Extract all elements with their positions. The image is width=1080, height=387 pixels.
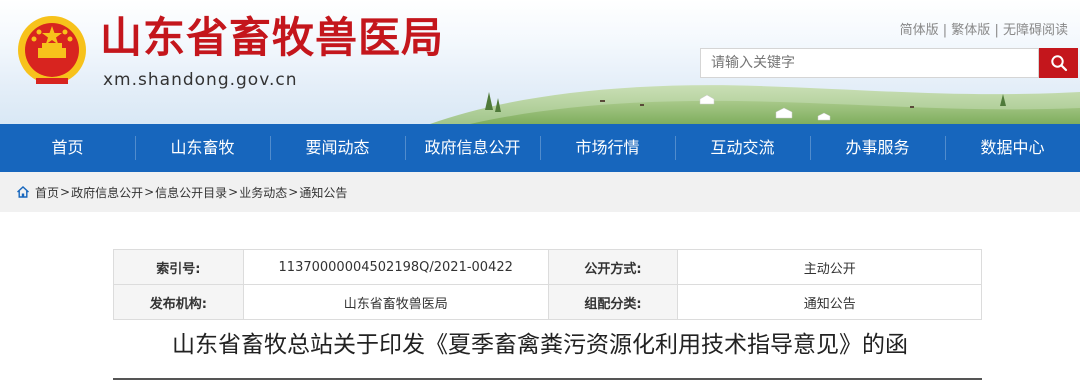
table-row: 索引号: 11370000004502198Q/2021-00422 公开方式:…	[113, 249, 982, 285]
version-links: 简体版 | 繁体版 | 无障碍阅读	[900, 19, 1068, 38]
search-button[interactable]	[1039, 48, 1078, 78]
nav-item-data-center[interactable]: 数据中心	[945, 124, 1080, 172]
home-icon	[17, 186, 29, 198]
site-domain: xm.shandong.gov.cn	[103, 70, 298, 90]
title-divider	[113, 378, 982, 380]
nav-item-news[interactable]: 要闻动态	[270, 124, 405, 172]
breadcrumb-item-home[interactable]: 首页	[35, 184, 59, 201]
nav-item-gov-info[interactable]: 政府信息公开	[405, 124, 540, 172]
breadcrumb-item-catalog[interactable]: 信息公开目录	[155, 184, 227, 201]
breadcrumb-separator: >	[228, 185, 239, 199]
search-input[interactable]	[700, 48, 1039, 78]
nav-item-services[interactable]: 办事服务	[810, 124, 945, 172]
breadcrumb-separator: >	[144, 185, 155, 199]
publisher-value: 山东省畜牧兽医局	[242, 284, 549, 320]
nav-item-interaction[interactable]: 互动交流	[675, 124, 810, 172]
national-emblem-icon	[18, 16, 86, 84]
breadcrumb: 首页 > 政府信息公开 > 信息公开目录 > 业务动态 > 通知公告	[16, 184, 347, 201]
document-title: 山东省畜牧总站关于印发《夏季畜禽粪污资源化利用技术指导意见》的函	[172, 332, 908, 358]
main-nav: 首页 山东畜牧 要闻动态 政府信息公开 市场行情 互动交流 办事服务 数据中心	[0, 124, 1080, 172]
nav-item-shandong-livestock[interactable]: 山东畜牧	[135, 124, 270, 172]
table-row: 发布机构: 山东省畜牧兽医局 组配分类: 通知公告	[113, 284, 982, 320]
open-method-value: 主动公开	[677, 249, 982, 285]
accessibility-link[interactable]: 无障碍阅读	[1003, 19, 1068, 38]
category-value: 通知公告	[677, 284, 982, 320]
simplified-link[interactable]: 简体版	[900, 19, 939, 38]
link-separator: |	[994, 23, 999, 38]
breadcrumb-bar: 首页 > 政府信息公开 > 信息公开目录 > 业务动态 > 通知公告	[0, 172, 1080, 212]
link-separator: |	[942, 23, 948, 38]
document-meta-table: 索引号: 11370000004502198Q/2021-00422 公开方式:…	[113, 249, 982, 320]
site-header: 山东省畜牧兽医局 xm.shandong.gov.cn 简体版 | 繁体版 | …	[0, 0, 1080, 124]
breadcrumb-separator: >	[288, 185, 299, 199]
traditional-link[interactable]: 繁体版	[951, 19, 990, 38]
nav-item-home[interactable]: 首页	[0, 124, 135, 172]
index-value: 11370000004502198Q/2021-00422	[242, 249, 549, 285]
index-label: 索引号:	[113, 249, 244, 285]
open-method-label: 公开方式:	[547, 249, 679, 285]
search-icon	[1050, 55, 1067, 72]
category-label: 组配分类:	[547, 284, 679, 320]
breadcrumb-item-gov-info[interactable]: 政府信息公开	[71, 184, 143, 201]
breadcrumb-item-notices[interactable]: 通知公告	[299, 184, 347, 201]
breadcrumb-item-business[interactable]: 业务动态	[239, 184, 287, 201]
site-name: 山东省畜牧兽医局	[100, 13, 445, 62]
breadcrumb-separator: >	[60, 185, 71, 199]
publisher-label: 发布机构:	[113, 284, 244, 320]
nav-item-market[interactable]: 市场行情	[540, 124, 675, 172]
